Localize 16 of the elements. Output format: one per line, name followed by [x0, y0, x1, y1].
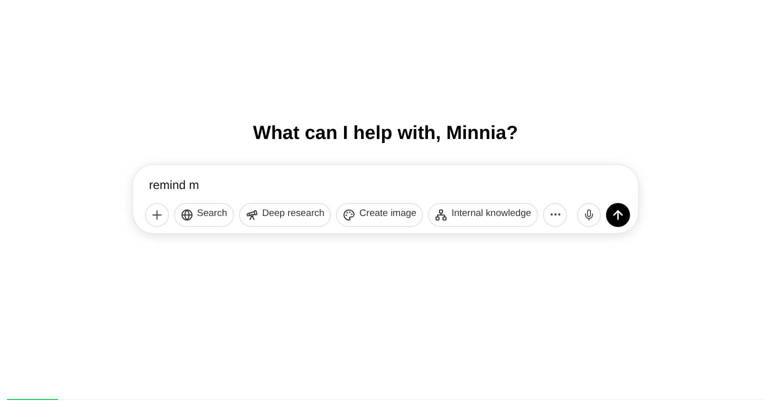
tool-button[interactable]: Create image — [336, 202, 424, 226]
tool-button[interactable]: Internal knowledge — [428, 202, 538, 226]
palette-icon — [343, 208, 356, 220]
globe-icon — [181, 208, 193, 220]
network-icon — [435, 208, 448, 220]
tool-button[interactable]: Search — [174, 202, 234, 226]
plus-icon — [150, 208, 164, 222]
microphone-icon — [583, 208, 596, 220]
add-button[interactable] — [145, 202, 169, 226]
message-field[interactable]: remind m Search Deep research Create image Internal knowledge — [132, 164, 639, 234]
arrow-up-icon — [611, 208, 626, 222]
tool-button[interactable]: Deep research — [239, 202, 332, 226]
microphone-button[interactable] — [577, 202, 602, 226]
telescope-icon — [246, 208, 258, 220]
send-button[interactable] — [606, 202, 630, 226]
page-heading: What can I help with, Minnia? — [253, 122, 518, 146]
